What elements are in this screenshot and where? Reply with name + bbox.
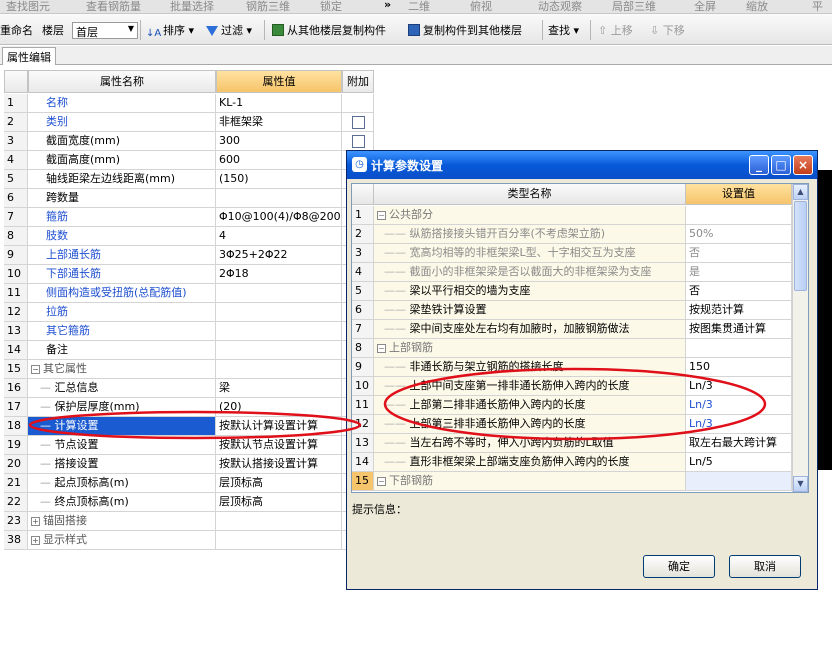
annotation-layer [28,367,767,441]
annotation-ellipse-rows [383,367,767,441]
annotation-ellipse-calc [28,410,362,440]
